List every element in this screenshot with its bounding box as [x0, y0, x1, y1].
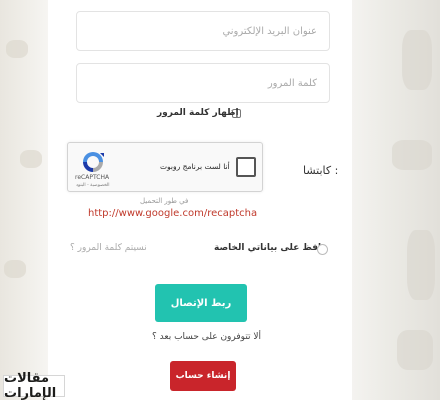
right-background — [352, 0, 440, 400]
show-password-label: إظهار كلمة المرور — [157, 108, 239, 118]
recaptcha-checkbox-label: أنا لست برنامج روبوت — [160, 162, 230, 171]
remember-me-label: حافظ على بياناتي الخاصة — [214, 243, 328, 253]
email-field-wrapper — [76, 11, 330, 51]
register-button[interactable]: إنشاء حساب — [170, 361, 236, 391]
password-input[interactable] — [77, 64, 329, 102]
watermark-text: مقالات الإمارات — [4, 371, 57, 400]
forgot-password-link[interactable]: نسيتم كلمة المرور ؟ — [70, 243, 147, 253]
recaptcha-logo-icon — [83, 152, 104, 172]
remember-me-checkbox[interactable] — [317, 244, 328, 255]
watermark-logo: مقالات الإمارات — [3, 371, 65, 400]
login-panel: إظهار كلمة المرور كابتشا : أنا لست برنام… — [48, 0, 352, 400]
password-field-wrapper — [76, 63, 330, 103]
recaptcha-url-link[interactable]: http://www.google.com/recaptcha — [88, 208, 257, 219]
email-input[interactable] — [77, 12, 329, 50]
login-button[interactable]: ربط الإتصال — [155, 284, 247, 322]
recaptcha-brand: reCAPTCHA — [75, 174, 110, 181]
no-account-text[interactable]: ألا تتوفرون على حساب بعد ؟ — [152, 332, 261, 342]
recaptcha-checkbox[interactable] — [236, 157, 256, 177]
captcha-label: كابتشا : — [303, 164, 339, 177]
recaptcha-widget: أنا لست برنامج روبوت reCAPTCHA الخصوصية … — [67, 142, 263, 192]
recaptcha-loading-note: في طور التحميل — [140, 197, 189, 205]
left-background — [0, 0, 48, 400]
recaptcha-links[interactable]: الخصوصية - البنود — [76, 183, 110, 188]
